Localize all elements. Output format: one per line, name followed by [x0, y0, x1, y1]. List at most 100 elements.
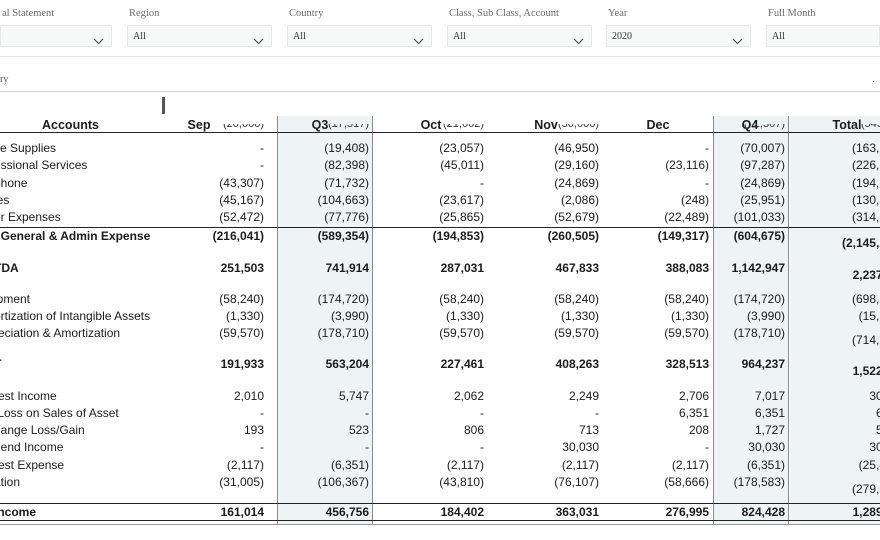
- table-cell: (2,117): [561, 458, 599, 472]
- table-cell: (15,9: [858, 309, 880, 323]
- table-cell: 713: [578, 423, 599, 437]
- table-cell: (6,351): [330, 458, 369, 472]
- filter-label: al Statement: [2, 8, 55, 19]
- table-cell: (58,240): [439, 292, 484, 306]
- table-cell: (52,679): [554, 210, 599, 224]
- filter-label: Year: [608, 8, 628, 19]
- table-cell: 1,289,: [852, 505, 880, 519]
- table-cell: 191,933: [220, 357, 264, 371]
- table-cell: (45,167): [219, 193, 264, 207]
- filter-value: All: [293, 31, 306, 42]
- table-cell-clipped: (30,000): [558, 124, 599, 130]
- table-cell: 456,756: [325, 505, 369, 519]
- table-cell: (279,0: [851, 482, 880, 496]
- subtotal-line: [0, 227, 880, 228]
- filter-dropdown[interactable]: [0, 25, 112, 47]
- row-label: ortization of Intangible Assets: [0, 309, 151, 323]
- row-label: l General & Admin Expense: [0, 229, 151, 243]
- table-cell: (314,5: [851, 210, 880, 224]
- table-cell: (174,720): [317, 292, 369, 306]
- row-label: reciation & Amortization: [0, 326, 121, 340]
- chevron-down-icon[interactable]: [732, 32, 743, 45]
- table-cell: (59,570): [554, 326, 599, 340]
- chevron-down-icon[interactable]: [413, 32, 424, 45]
- table-cell: (178,710): [317, 326, 369, 340]
- table-cell: 467,833: [555, 261, 599, 275]
- row-label: rest Income: [0, 389, 57, 403]
- total-line-top: [0, 503, 880, 504]
- table-cell: (43,810): [439, 475, 484, 489]
- table-cell: (77,776): [324, 210, 369, 224]
- table-cell: 251,503: [220, 261, 264, 275]
- chevron-down-icon[interactable]: [93, 32, 104, 45]
- table-cell: 6,: [875, 406, 880, 420]
- table-cell: -: [260, 406, 264, 420]
- table-cell: (43,307): [219, 176, 264, 190]
- table-cell: (714,8: [851, 333, 880, 347]
- chevron-down-icon[interactable]: [573, 32, 584, 45]
- total-line-bottom: [0, 520, 880, 521]
- table-cell: 741,914: [325, 261, 369, 275]
- filter-dropdown[interactable]: All: [447, 25, 592, 47]
- column-resize-handle[interactable]: [162, 97, 165, 114]
- table-cell: (19,408): [324, 141, 369, 155]
- table-cell: (59,570): [219, 326, 264, 340]
- table-cell-clipped: (17,517): [328, 124, 369, 130]
- table-cell: 184,402: [440, 505, 484, 519]
- table-cell: 30,: [869, 440, 880, 454]
- row-label: /Loss on Sales of Asset: [0, 406, 119, 420]
- filter-value: 2020: [612, 31, 632, 42]
- table-cell: 5,747: [338, 389, 369, 403]
- filter-value: All: [133, 31, 146, 42]
- table-cell: (76,107): [554, 475, 599, 489]
- table-cell: (1,330): [445, 309, 484, 323]
- table-cell: 161,014: [220, 505, 264, 519]
- table-cell: (1,330): [225, 309, 264, 323]
- table-cell: (106,367): [317, 475, 369, 489]
- table-cell: -: [365, 440, 369, 454]
- filter-dropdown[interactable]: All: [766, 25, 880, 47]
- table-cell: -: [480, 176, 484, 190]
- scroll-marker[interactable]: ·: [872, 76, 875, 87]
- table-cell: (31,005): [219, 475, 264, 489]
- table-cell: -: [260, 440, 264, 454]
- table-cell: (45,011): [440, 158, 484, 172]
- table-cell: 227,461: [440, 357, 484, 371]
- table-cell: (163,5: [851, 141, 880, 155]
- table-cell: 2,062: [453, 389, 484, 403]
- filter-label: Full Month: [768, 8, 816, 19]
- table-cell: -: [365, 406, 369, 420]
- filter-dropdown[interactable]: 2020: [606, 25, 751, 47]
- column-header-accounts[interactable]: Accounts: [42, 118, 99, 132]
- table-cell: 523: [348, 423, 369, 437]
- row-label: TDA: [0, 261, 19, 275]
- filter-label: Class, Sub Class, Account: [449, 8, 559, 19]
- table-cell: (130,6: [851, 193, 880, 207]
- filter-label: Region: [129, 8, 160, 19]
- table-cell: 563,204: [325, 357, 369, 371]
- filter-dropdown[interactable]: All: [127, 25, 272, 47]
- table-cell: (194,853): [432, 229, 484, 243]
- search-label: ry: [0, 74, 9, 85]
- table-cell: (25,865): [439, 210, 484, 224]
- table-cell: 30,: [869, 389, 880, 403]
- filter-value: All: [772, 31, 785, 42]
- chevron-down-icon[interactable]: [253, 32, 264, 45]
- row-label: essional Services: [0, 158, 88, 172]
- table-cell: (2,117): [446, 458, 484, 472]
- table-cell: (58,240): [554, 292, 599, 306]
- divider: [0, 56, 880, 57]
- table-cell: 30,030: [562, 440, 599, 454]
- divider: [0, 91, 880, 92]
- table-cell: 2,237,: [852, 268, 880, 282]
- table-cell: 2,010: [233, 389, 264, 403]
- filter-dropdown[interactable]: All: [287, 25, 432, 47]
- table-cell: (260,505): [547, 229, 599, 243]
- table-cell: (1,330): [560, 309, 599, 323]
- table-cell: (29,160): [554, 158, 599, 172]
- table-cell: (2,145,2: [841, 236, 880, 250]
- row-label: ipment: [0, 292, 31, 306]
- table-cell: 5,: [875, 423, 880, 437]
- table-cell: (2,117): [226, 458, 264, 472]
- row-label: ies: [0, 193, 10, 207]
